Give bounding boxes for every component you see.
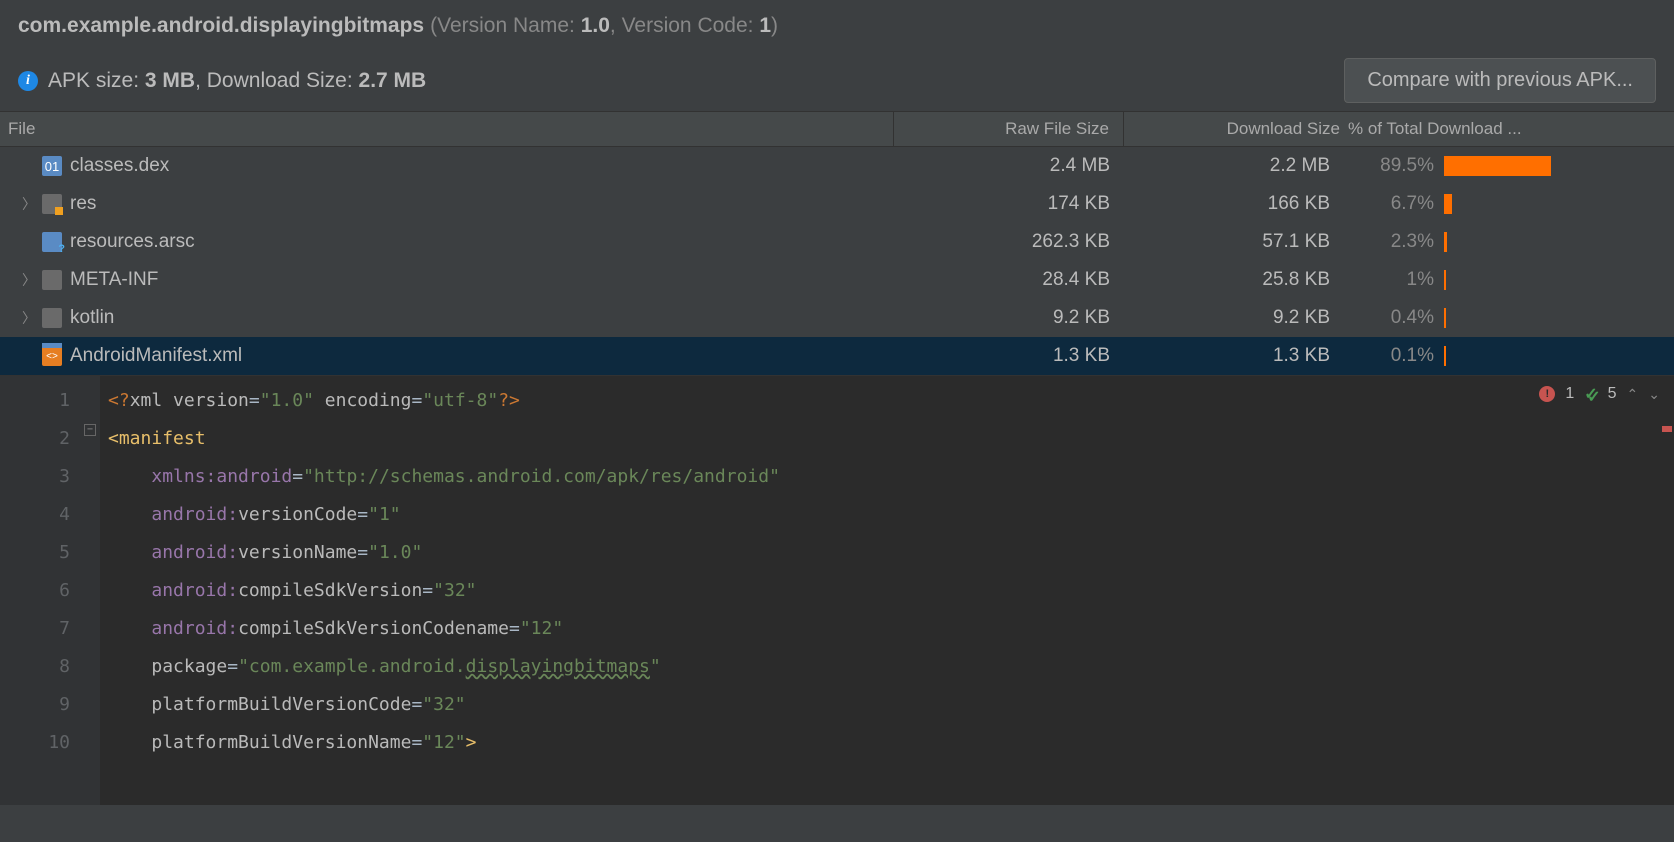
line-number: 9 (0, 686, 70, 724)
arsc-icon (42, 232, 62, 252)
code-editor: − 12345678910 <?xml version="1.0" encodi… (0, 375, 1674, 805)
line-number: 6 (0, 572, 70, 610)
line-number: 1 (0, 382, 70, 420)
col-header-percent[interactable]: % of Total Download ... (1344, 112, 1674, 146)
percent-value: 6.7% (1344, 193, 1444, 215)
raw-size: 28.4 KB (894, 269, 1124, 291)
download-size: 1.3 KB (1124, 345, 1344, 367)
percent-value: 0.1% (1344, 345, 1444, 367)
line-number: 3 (0, 458, 70, 496)
dex-icon: 01 (42, 156, 62, 176)
col-header-download[interactable]: Download Size (1124, 112, 1344, 146)
file-name: META-INF (70, 269, 158, 291)
line-number: 10 (0, 724, 70, 762)
scrollbar-error-marker[interactable] (1662, 426, 1672, 432)
code-line: package="com.example.android.displayingb… (108, 648, 1674, 686)
file-name: resources.arsc (70, 231, 195, 253)
raw-size: 2.4 MB (894, 155, 1124, 177)
table-row[interactable]: 〉 res 174 KB166 KB6.7% (0, 185, 1674, 223)
raw-size: 1.3 KB (894, 345, 1124, 367)
warning-icon: ✓ (1584, 384, 1597, 404)
code-line: android:versionCode="1" (108, 496, 1674, 534)
code-line: android:compileSdkVersion="32" (108, 572, 1674, 610)
raw-size: 9.2 KB (894, 307, 1124, 329)
table-row[interactable]: 01 classes.dex 2.4 MB2.2 MB89.5% (0, 147, 1674, 185)
version-info: (Version Name: 1.0, Version Code: 1) (430, 14, 778, 38)
download-size: 9.2 KB (1124, 307, 1344, 329)
editor-content[interactable]: <?xml version="1.0" encoding="utf-8"?><m… (100, 376, 1674, 805)
size-info: i APK size: 3 MB , Download Size: 2.7 MB (18, 69, 426, 93)
file-table: File Raw File Size Download Size % of To… (0, 111, 1674, 375)
percent-bar (1444, 156, 1674, 176)
compare-apk-button[interactable]: Compare with previous APK... (1344, 58, 1656, 103)
col-header-raw[interactable]: Raw File Size (894, 112, 1124, 146)
percent-value: 0.4% (1344, 307, 1444, 329)
folder-icon (42, 270, 62, 290)
file-name: classes.dex (70, 155, 169, 177)
percent-value: 89.5% (1344, 155, 1444, 177)
download-size: 2.2 MB (1124, 155, 1344, 177)
col-header-file[interactable]: File (0, 112, 894, 146)
file-table-header: File Raw File Size Download Size % of To… (0, 111, 1674, 147)
line-number: 4 (0, 496, 70, 534)
percent-bar (1444, 270, 1674, 290)
raw-size: 262.3 KB (894, 231, 1124, 253)
table-row[interactable]: resources.arsc 262.3 KB57.1 KB2.3% (0, 223, 1674, 261)
download-size: 57.1 KB (1124, 231, 1344, 253)
xml-icon: <> (42, 346, 62, 366)
line-number: 8 (0, 648, 70, 686)
code-line: android:compileSdkVersionCodename="12" (108, 610, 1674, 648)
folder-icon (42, 308, 62, 328)
info-icon: i (18, 71, 38, 91)
inspection-next-icon[interactable]: ⌄ (1648, 386, 1660, 403)
editor-gutter: − 12345678910 (0, 376, 100, 805)
line-number: 5 (0, 534, 70, 572)
inspection-widget[interactable]: ! 1 ✓ 5 ⌃ ⌄ (1539, 384, 1660, 404)
line-number: 7 (0, 610, 70, 648)
package-name: com.example.android.displayingbitmaps (18, 14, 424, 38)
table-row[interactable]: <>AndroidManifest.xml1.3 KB1.3 KB0.1% (0, 337, 1674, 375)
table-row[interactable]: 〉kotlin9.2 KB9.2 KB0.4% (0, 299, 1674, 337)
line-number: 2 (0, 420, 70, 458)
file-name: AndroidManifest.xml (70, 345, 242, 367)
code-line: platformBuildVersionName="12"> (108, 724, 1674, 762)
error-count: 1 (1565, 385, 1574, 403)
code-line: xmlns:android="http://schemas.android.co… (108, 458, 1674, 496)
fold-icon[interactable]: − (84, 424, 96, 436)
percent-bar (1444, 308, 1674, 328)
download-size: 166 KB (1124, 193, 1344, 215)
code-line: android:versionName="1.0" (108, 534, 1674, 572)
folder-res-icon (42, 194, 62, 214)
apk-analyzer-header: com.example.android.displayingbitmaps (V… (0, 0, 1674, 111)
inspection-prev-icon[interactable]: ⌃ (1627, 386, 1639, 403)
warning-count: 5 (1608, 385, 1617, 403)
file-table-body: 01 classes.dex 2.4 MB2.2 MB89.5% 〉 res 174 KB… (0, 147, 1674, 375)
download-size: 25.8 KB (1124, 269, 1344, 291)
chevron-right-icon[interactable]: 〉 (22, 194, 36, 214)
percent-value: 1% (1344, 269, 1444, 291)
file-name: kotlin (70, 307, 114, 329)
code-line: platformBuildVersionCode="32" (108, 686, 1674, 724)
size-info-line: i APK size: 3 MB , Download Size: 2.7 MB… (18, 58, 1656, 103)
code-line: <manifest (108, 420, 1674, 458)
percent-bar (1444, 346, 1674, 366)
percent-bar (1444, 194, 1674, 214)
percent-value: 2.3% (1344, 231, 1444, 253)
raw-size: 174 KB (894, 193, 1124, 215)
code-line: <?xml version="1.0" encoding="utf-8"?> (108, 382, 1674, 420)
percent-bar (1444, 232, 1674, 252)
file-name: res (70, 193, 96, 215)
chevron-right-icon[interactable]: 〉 (22, 308, 36, 328)
chevron-right-icon[interactable]: 〉 (22, 270, 36, 290)
package-title-line: com.example.android.displayingbitmaps (V… (18, 14, 1656, 38)
error-icon: ! (1539, 386, 1555, 402)
table-row[interactable]: 〉 META-INF 28.4 KB25.8 KB1% (0, 261, 1674, 299)
